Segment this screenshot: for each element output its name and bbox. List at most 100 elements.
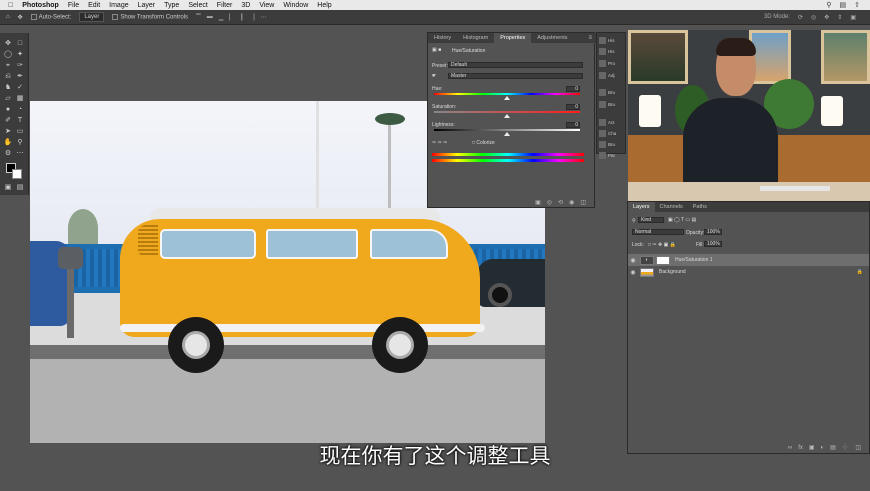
align-middle-icon[interactable]: ▬ (207, 14, 213, 21)
3d-rotate-icon[interactable]: ⟳ (798, 14, 803, 21)
strip-actions[interactable]: Act (599, 119, 615, 126)
background-color-swatch[interactable] (12, 169, 22, 179)
tab-layers[interactable]: Layers (628, 202, 655, 212)
gradient-icon[interactable]: ▦ (15, 94, 25, 103)
eraser-icon[interactable]: ▱ (3, 94, 13, 103)
auto-select-dropdown[interactable]: Layer (79, 12, 105, 22)
more-icon[interactable]: ⋯ (260, 14, 266, 21)
panel-menu-icon[interactable]: ≡ (588, 35, 596, 41)
clone-stamp-icon[interactable]: ♞ (3, 83, 13, 92)
zoom-icon[interactable]: ⚲ (15, 138, 25, 147)
workspace-icon[interactable]: ▤ (840, 1, 847, 9)
move-tool-icon[interactable]: ✥ (18, 14, 23, 21)
pen-icon[interactable]: ✐ (3, 116, 13, 125)
dodge-icon[interactable]: ◔ (15, 105, 25, 114)
hand-icon[interactable]: ✋ (3, 138, 13, 147)
eyedropper-icons[interactable]: ✑ ✑ ✑ (432, 140, 447, 146)
preset-dropdown[interactable]: Default (448, 62, 583, 68)
eye-icon[interactable]: ◉ (628, 257, 638, 264)
strip-adjustments[interactable]: Adj (599, 72, 615, 79)
blur-icon[interactable]: ● (3, 105, 13, 114)
strip-properties[interactable]: Pro (599, 60, 615, 67)
layer-filter-icons[interactable]: ▣ ◯ T ▭ ▤ (668, 217, 696, 223)
menu-edit[interactable]: Edit (88, 2, 100, 9)
hue-slider-thumb[interactable] (504, 96, 510, 100)
align-left-icon[interactable]: ▏ (229, 14, 234, 21)
strip-brush[interactable]: Bru (599, 89, 615, 96)
layer-row-hue-saturation[interactable]: ◉ ◐ Hue/Saturation 1 (628, 254, 869, 266)
view-previous-icon[interactable]: ◎ (547, 199, 552, 206)
path-select-icon[interactable]: ➤ (3, 127, 13, 136)
tab-histogram[interactable]: Histogram (457, 33, 494, 43)
menu-view[interactable]: View (259, 2, 274, 9)
strip-histogram[interactable]: His (599, 48, 615, 55)
menu-image[interactable]: Image (109, 2, 128, 9)
layer-mask-thumbnail[interactable] (656, 255, 670, 265)
align-icons[interactable]: ▔ ▬ ▁ ▏ ┃ ▕ ⋯ (196, 14, 266, 21)
tab-channels[interactable]: Channels (655, 202, 688, 212)
quick-mask-icon[interactable]: ▣ (3, 183, 13, 192)
tab-paths[interactable]: Paths (688, 202, 712, 212)
tab-adjustments[interactable]: Adjustments (531, 33, 573, 43)
align-right-icon[interactable]: ▕ (250, 14, 255, 21)
align-center-icon[interactable]: ┃ (240, 14, 244, 21)
lightness-slider-thumb[interactable] (504, 132, 510, 136)
menu-file[interactable]: File (68, 2, 79, 9)
share-icon[interactable]: ⇧ (854, 1, 860, 9)
3d-pan-icon[interactable]: ✥ (824, 14, 829, 21)
eye-icon[interactable]: ◉ (628, 269, 638, 276)
transform-controls-checkbox[interactable]: Show Transform Controls (112, 13, 188, 20)
menu-layer[interactable]: Layer (138, 2, 156, 9)
clip-to-layer-icon[interactable]: ▣ (535, 199, 541, 206)
hue-slider[interactable] (434, 93, 580, 95)
tab-history[interactable]: History (428, 33, 457, 43)
blend-mode-dropdown[interactable]: Normal (632, 229, 684, 235)
search-icon[interactable]: ⚲ (826, 1, 831, 9)
apple-icon[interactable]:  (8, 2, 13, 9)
move-icon[interactable]: ✥ (3, 39, 13, 48)
shape-icon[interactable]: ▭ (15, 127, 25, 136)
brush-icon[interactable]: ✒ (15, 72, 25, 81)
menu-select[interactable]: Select (188, 2, 207, 9)
home-icon[interactable]: ⌂ (6, 14, 10, 20)
layer-name[interactable]: Background (659, 269, 686, 275)
visibility-icon[interactable]: ◉ (569, 199, 574, 206)
eyedropper-icon[interactable]: ✑ (15, 61, 25, 70)
align-bottom-icon[interactable]: ▁ (219, 14, 224, 21)
saturation-slider-thumb[interactable] (504, 114, 510, 118)
strip-paragraph[interactable]: Par (599, 152, 615, 159)
opacity-input[interactable]: 100% (704, 229, 722, 235)
3d-slide-icon[interactable]: ⇕ (837, 14, 842, 21)
auto-select-checkbox[interactable]: Auto-Select: (30, 13, 71, 20)
lightness-value[interactable]: 0 (566, 122, 580, 128)
channel-dropdown[interactable]: Master (448, 73, 583, 79)
saturation-value[interactable]: 0 (566, 104, 580, 110)
align-top-icon[interactable]: ▔ (196, 14, 201, 21)
lock-icons[interactable]: □ ✑ ✥ ▣ 🔒 (648, 242, 676, 248)
menu-type[interactable]: Type (164, 2, 179, 9)
lightness-slider[interactable] (434, 129, 580, 131)
app-name[interactable]: Photoshop (22, 2, 59, 9)
fill-input[interactable]: 100% (704, 241, 722, 247)
strip-character[interactable]: Cha (599, 130, 616, 137)
strip-history[interactable]: His (599, 37, 615, 44)
saturation-slider[interactable] (434, 111, 580, 113)
reset-icon[interactable]: ⟲ (558, 199, 563, 206)
history-brush-icon[interactable]: ✓ (15, 83, 25, 92)
strip-brush-presets[interactable]: Bru (599, 141, 615, 148)
hue-value[interactable]: 0 (566, 86, 580, 92)
crop-icon[interactable]: ⌖ (3, 61, 13, 70)
magic-wand-icon[interactable]: ✦ (15, 50, 25, 59)
layer-row-background[interactable]: ◉ Background 🔒 (628, 266, 869, 278)
colorize-checkbox[interactable]: □ Colorize (472, 140, 495, 146)
edit-toolbar-icon[interactable]: ⚙ (3, 149, 13, 158)
screen-mode-icon[interactable]: ▤ (15, 183, 25, 192)
strip-brushes[interactable]: Bru (599, 101, 615, 108)
delete-icon[interactable]: ◫ (580, 199, 586, 206)
type-icon[interactable]: T (15, 116, 25, 125)
healing-brush-icon[interactable]: ⎌ (3, 72, 13, 81)
3d-scale-icon[interactable]: ▣ (850, 14, 856, 21)
marquee-icon[interactable]: □ (15, 39, 25, 48)
3d-roll-icon[interactable]: ◎ (811, 14, 816, 21)
targeted-adjust-icon[interactable]: ☛ (432, 73, 436, 79)
